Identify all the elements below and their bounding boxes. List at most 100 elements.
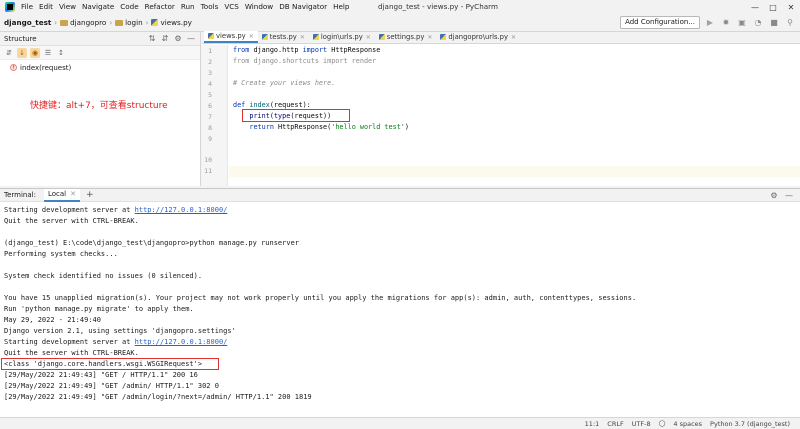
breadcrumb-file-label: views.py <box>160 18 192 27</box>
expand-all-icon[interactable]: ⇅ <box>147 33 157 44</box>
line-separator[interactable]: CRLF <box>607 420 623 428</box>
structure-item-label: index(request) <box>20 63 72 72</box>
close-tab-icon[interactable]: ✕ <box>511 34 516 41</box>
menu-help[interactable]: Help <box>330 0 352 14</box>
stop-icon[interactable]: ■ <box>768 17 780 29</box>
breadcrumb-folder-djangopro[interactable]: djangopro <box>60 18 106 27</box>
line-gutter: 1 2 3 4 5 6 7 8 9 10 11 <box>202 45 228 186</box>
editor-tabs: views.py ✕ tests.py ✕ login\urls.py ✕ setti… <box>202 31 800 44</box>
tab-tests-py[interactable]: tests.py ✕ <box>258 31 309 43</box>
menu-view[interactable]: View <box>56 0 79 14</box>
menu-vcs[interactable]: VCS <box>221 0 242 14</box>
hide-panel-icon[interactable]: — <box>186 33 196 44</box>
terminal-tab-local[interactable]: Local ✕ <box>43 188 80 202</box>
code-line-4: # Create your views here. <box>233 79 336 87</box>
breadcrumb-folder-label: djangopro <box>70 18 107 27</box>
terminal-line: Performing system checks... <box>4 250 118 258</box>
code-line-8: return HttpResponse('hello world test') <box>233 123 409 131</box>
code-editor: views.py ✕ tests.py ✕ login\urls.py ✕ setti… <box>202 31 800 186</box>
tab-settings-py[interactable]: settings.py ✕ <box>375 31 437 43</box>
structure-header-icons: ⇅ ⇵ ⚙ — <box>147 33 196 44</box>
terminal-line: Starting development server at http://12… <box>4 206 227 214</box>
breadcrumb-folder-login[interactable]: login <box>115 18 143 27</box>
indent-setting[interactable]: 4 spaces <box>673 420 702 428</box>
tab-djangopro-urls-py[interactable]: djangopro\urls.py ✕ <box>436 31 520 43</box>
minimize-icon[interactable]: — <box>746 0 764 14</box>
window-title: django_test - views.py - PyCharm <box>378 2 498 11</box>
terminal-line: Run 'python manage.py migrate' to apply … <box>4 305 194 313</box>
terminal-line: System check identified no issues (0 sil… <box>4 272 203 280</box>
close-tab-icon[interactable]: ✕ <box>366 34 371 41</box>
terminal-line: [29/May/2022 21:49:49] "GET /admin/ HTTP… <box>4 382 219 390</box>
code-area[interactable]: 1 2 3 4 5 6 7 8 9 10 11 from django.http… <box>202 45 800 186</box>
code-text: HttpResponse <box>327 46 381 54</box>
python-interpreter[interactable]: Python 3.7 (django_test) <box>710 420 790 428</box>
menu-tools[interactable]: Tools <box>198 0 222 14</box>
terminal-line: [29/May/2022 21:49:43] "GET / HTTP/1.1" … <box>4 371 198 379</box>
python-file-icon <box>312 34 319 40</box>
terminal-tab-label: Local <box>47 190 67 198</box>
close-tab-icon[interactable]: ✕ <box>70 190 76 198</box>
menu-window[interactable]: Window <box>242 0 276 14</box>
show-fields-icon[interactable]: ◉ <box>30 47 40 58</box>
gear-icon[interactable]: ⚙ <box>769 190 779 201</box>
new-terminal-icon[interactable]: + <box>86 190 94 200</box>
hide-panel-icon[interactable]: — <box>784 190 794 201</box>
coverage-icon[interactable]: ▣ <box>736 17 748 29</box>
add-configuration-button[interactable]: Add Configuration... <box>620 16 700 29</box>
breadcrumb-folder-label: login <box>125 18 143 27</box>
folder-icon <box>60 19 69 26</box>
collapse-all-icon[interactable]: ⇵ <box>160 33 170 44</box>
menu-db-navigator[interactable]: DB Navigator <box>276 0 330 14</box>
python-file-icon <box>208 33 214 39</box>
tab-label: login\urls.py <box>320 33 363 41</box>
code-keyword: from <box>233 46 250 54</box>
sort-visibility-icon[interactable]: ⇵ <box>4 48 14 58</box>
autoscroll-icon[interactable]: ↕ <box>56 48 66 58</box>
structure-toolbar: ⇵ ↓ ◉ ☰ ↕ <box>0 46 200 60</box>
run-icon[interactable]: ▶ <box>704 17 716 29</box>
terminal-text: Starting development server at <box>4 338 135 346</box>
close-tab-icon[interactable]: ✕ <box>249 33 254 40</box>
terminal-line: Django version 2.1, using settings 'djan… <box>4 327 236 335</box>
menu-file[interactable]: File <box>18 0 36 14</box>
gear-icon[interactable]: ⚙ <box>173 33 183 44</box>
code-line-6: def index(request): <box>233 101 311 109</box>
tab-login-urls-py[interactable]: login\urls.py ✕ <box>309 31 375 43</box>
chevron-right-icon: › <box>109 18 113 27</box>
window-controls: — □ ✕ <box>746 0 800 14</box>
show-inherited-icon[interactable]: ☰ <box>43 48 53 58</box>
close-tab-icon[interactable]: ✕ <box>427 34 432 41</box>
menu-code[interactable]: Code <box>117 0 141 14</box>
wsgi-request-highlight-box <box>1 358 219 370</box>
menu-refactor[interactable]: Refactor <box>142 0 178 14</box>
terminal-header-icons: ⚙ — <box>769 190 794 201</box>
cursor-position[interactable]: 11:1 <box>585 420 600 428</box>
search-icon[interactable]: ⚲ <box>784 17 796 29</box>
tab-views-py[interactable]: views.py ✕ <box>204 31 258 43</box>
breadcrumb-file[interactable]: views.py <box>151 18 192 27</box>
close-tab-icon[interactable]: ✕ <box>300 34 305 41</box>
sort-alpha-icon[interactable]: ↓ <box>17 47 27 58</box>
terminal-panel: Terminal: Local ✕ + ⚙ — Starting developm… <box>0 188 800 417</box>
code-keyword: def <box>233 101 246 109</box>
server-url-link[interactable]: http://127.0.0.1:8000/ <box>135 206 228 214</box>
tab-label: settings.py <box>386 33 425 41</box>
server-url-link[interactable]: http://127.0.0.1:8000/ <box>135 338 228 346</box>
lock-icon[interactable]: ◯ <box>659 420 666 427</box>
menu-edit[interactable]: Edit <box>36 0 56 14</box>
breadcrumb-project[interactable]: django_test <box>4 18 51 27</box>
close-icon[interactable]: ✕ <box>782 0 800 14</box>
code-text: (request): <box>269 101 311 109</box>
debug-icon[interactable]: ✹ <box>720 17 732 29</box>
pycharm-logo-icon <box>5 2 15 12</box>
profile-icon[interactable]: ◔ <box>752 17 764 29</box>
line-number: 9 <box>208 135 212 143</box>
menu-navigate[interactable]: Navigate <box>79 0 117 14</box>
menu-run[interactable]: Run <box>178 0 198 14</box>
structure-item-index[interactable]: f index(request) <box>0 62 200 73</box>
maximize-icon[interactable]: □ <box>764 0 782 14</box>
file-encoding[interactable]: UTF-8 <box>632 420 651 428</box>
code-function-name: index <box>245 101 270 109</box>
